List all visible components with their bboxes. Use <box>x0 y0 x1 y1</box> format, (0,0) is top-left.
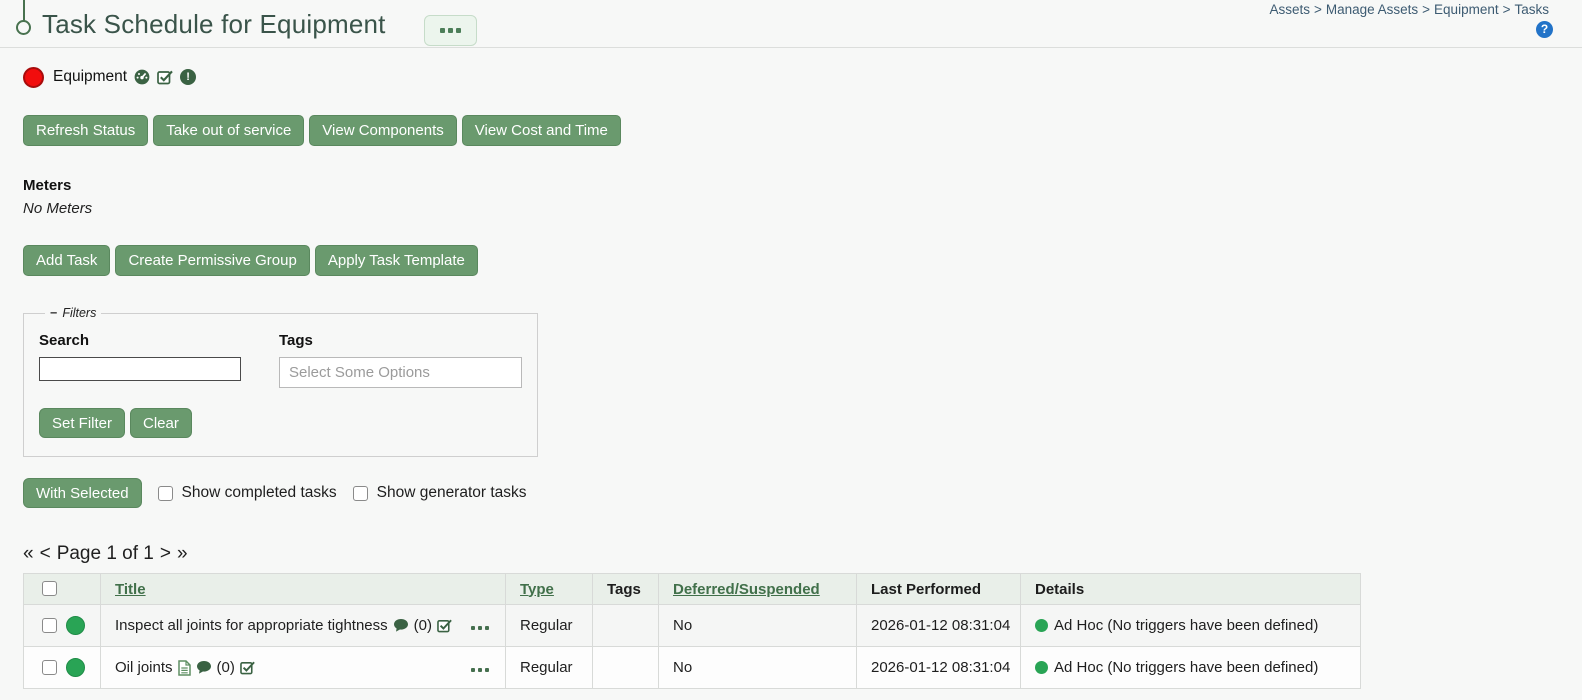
task-details: Ad Hoc (No triggers have been defined) <box>1054 659 1318 676</box>
task-details: Ad Hoc (No triggers have been defined) <box>1054 617 1318 634</box>
task-tags <box>593 647 659 689</box>
breadcrumb-equipment[interactable]: Equipment <box>1434 2 1499 17</box>
asset-status-line: Equipment ! <box>23 65 1582 89</box>
task-tags <box>593 605 659 647</box>
task-deferred: No <box>659 605 857 647</box>
pagination-first-icon[interactable]: « <box>23 543 34 565</box>
pagination-next-icon[interactable]: > <box>160 543 171 565</box>
show-completed-checkbox[interactable] <box>158 486 173 501</box>
sort-title-link[interactable]: Title <box>115 581 146 598</box>
with-selected-button[interactable]: With Selected <box>23 478 142 508</box>
search-field-group: Search <box>39 332 241 388</box>
task-deferred: No <box>659 647 857 689</box>
ellipsis-icon <box>471 668 489 672</box>
asset-name: Equipment <box>53 68 127 86</box>
header-details: Details <box>1021 574 1361 605</box>
select-all-checkbox[interactable] <box>42 581 57 596</box>
tags-field-group: Tags <box>279 332 522 388</box>
row-actions-menu-button[interactable] <box>469 615 491 636</box>
header-tags: Tags <box>593 574 659 605</box>
comment-count: (0) <box>217 659 235 676</box>
task-title[interactable]: Oil joints <box>115 659 173 676</box>
task-type: Regular <box>506 647 593 689</box>
filters-legend-label: Filters <box>62 306 96 320</box>
ellipsis-icon <box>471 626 489 630</box>
task-status-green-icon <box>66 616 85 635</box>
apply-task-template-button[interactable]: Apply Task Template <box>315 245 478 276</box>
show-completed-label[interactable]: Show completed tasks <box>182 484 337 502</box>
set-filter-button[interactable]: Set Filter <box>39 408 125 438</box>
pagination-label: Page 1 of 1 <box>57 543 154 565</box>
complete-task-check-icon[interactable] <box>437 618 453 633</box>
meters-empty-text: No Meters <box>23 200 1582 217</box>
table-header-row: Title Type Tags Deferred/Suspended Last … <box>24 574 1361 605</box>
comments-icon[interactable] <box>393 618 409 633</box>
title-actions-menu-button[interactable] <box>424 15 477 46</box>
breadcrumb-separator: > <box>1422 2 1430 17</box>
check-square-icon[interactable] <box>157 69 174 85</box>
tree-connector-line <box>23 0 25 21</box>
breadcrumb-separator: > <box>1314 2 1322 17</box>
search-input[interactable] <box>39 357 241 381</box>
task-last-performed: 2026-01-12 08:31:04 <box>857 647 1021 689</box>
task-type: Regular <box>506 605 593 647</box>
tags-label: Tags <box>279 332 522 349</box>
task-title[interactable]: Inspect all joints for appropriate tight… <box>115 617 388 634</box>
meters-heading: Meters <box>23 177 1582 194</box>
trigger-status-green-icon <box>1035 661 1048 674</box>
show-generator-checkbox[interactable] <box>353 486 368 501</box>
take-out-of-service-button[interactable]: Take out of service <box>153 115 304 146</box>
sort-deferred-link[interactable]: Deferred/Suspended <box>673 581 820 598</box>
trigger-status-green-icon <box>1035 619 1048 632</box>
ellipsis-icon <box>440 28 461 33</box>
asset-status-red-icon <box>23 67 44 88</box>
complete-task-check-icon[interactable] <box>240 660 256 675</box>
view-components-button[interactable]: View Components <box>309 115 456 146</box>
filters-legend: − Filters <box>45 306 101 320</box>
breadcrumb-manage-assets[interactable]: Manage Assets <box>1326 2 1418 17</box>
refresh-status-button[interactable]: Refresh Status <box>23 115 148 146</box>
document-icon[interactable] <box>178 660 191 676</box>
bulk-actions-row: With Selected Show completed tasks Show … <box>23 478 1582 508</box>
header-last-performed: Last Performed <box>857 574 1021 605</box>
show-generator-label[interactable]: Show generator tasks <box>377 484 527 502</box>
breadcrumb-assets[interactable]: Assets <box>1269 2 1310 17</box>
task-actions-toolbar: Add Task Create Permissive Group Apply T… <box>23 245 1582 276</box>
task-status-green-icon <box>66 658 85 677</box>
asset-actions-toolbar: Refresh Status Take out of service View … <box>23 115 1582 146</box>
collapse-icon[interactable]: − <box>50 307 57 320</box>
tree-node-circle-icon <box>16 20 31 35</box>
meters-section: Meters No Meters <box>23 177 1582 217</box>
create-permissive-group-button[interactable]: Create Permissive Group <box>115 245 309 276</box>
table-row: Oil joints (0) <box>24 647 1361 689</box>
clear-filter-button[interactable]: Clear <box>130 408 192 438</box>
comment-count: (0) <box>414 617 432 634</box>
row-select-checkbox[interactable] <box>42 618 57 633</box>
tags-select-input[interactable] <box>279 357 522 388</box>
comments-icon[interactable] <box>196 660 212 675</box>
gauge-icon[interactable] <box>133 69 151 85</box>
row-actions-menu-button[interactable] <box>469 657 491 678</box>
tasks-table: Title Type Tags Deferred/Suspended Last … <box>23 573 1361 689</box>
breadcrumb-separator: > <box>1503 2 1511 17</box>
sort-type-link[interactable]: Type <box>520 581 554 598</box>
breadcrumb-tasks[interactable]: Tasks <box>1514 2 1549 17</box>
search-label: Search <box>39 332 241 349</box>
breadcrumb: Assets>Manage Assets>Equipment>Tasks <box>1269 2 1549 17</box>
page-header: Task Schedule for Equipment Assets > Manag… <box>0 0 1582 48</box>
task-last-performed: 2026-01-12 08:31:04 <box>857 605 1021 647</box>
help-icon[interactable]: ? <box>1536 21 1553 38</box>
table-row: Inspect all joints for appropriate tight… <box>24 605 1361 647</box>
alert-circle-icon[interactable]: ! <box>180 69 196 85</box>
row-select-checkbox[interactable] <box>42 660 57 675</box>
filters-fieldset: − Filters Search Tags Set Filter Clear <box>23 306 538 457</box>
pagination-last-icon[interactable]: » <box>177 543 188 565</box>
pagination-prev-icon[interactable]: < <box>40 543 51 565</box>
page-title: Task Schedule for Equipment <box>42 9 386 40</box>
view-cost-and-time-button[interactable]: View Cost and Time <box>462 115 621 146</box>
add-task-button[interactable]: Add Task <box>23 245 110 276</box>
pagination: « < Page 1 of 1 > » <box>23 543 1582 565</box>
